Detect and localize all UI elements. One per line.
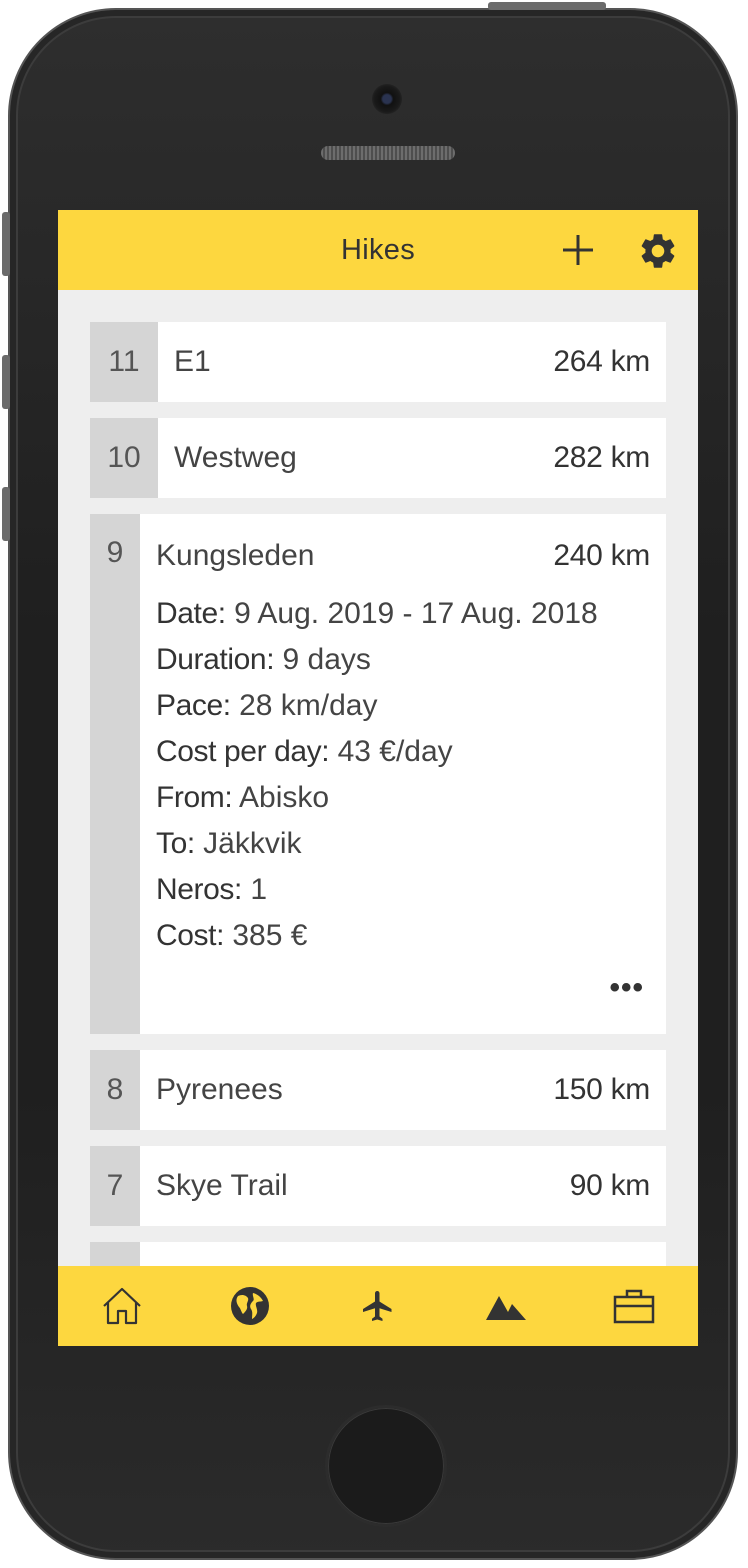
hike-number: 7	[90, 1146, 140, 1226]
detail-label: Cost:	[156, 919, 225, 952]
nav-globe[interactable]	[218, 1274, 282, 1338]
detail-label: Duration:	[156, 643, 275, 676]
detail-value: 9 days	[282, 643, 371, 676]
hike-details: Date: 9 Aug. 2019 - 17 Aug. 2018 Duratio…	[156, 592, 650, 960]
detail-value: 1	[250, 873, 267, 906]
detail-value: Abisko	[239, 781, 330, 814]
nav-trips[interactable]	[602, 1274, 666, 1338]
hike-distance: 282 km	[553, 441, 650, 474]
hike-name: Westweg	[174, 441, 297, 474]
hike-number: 9	[90, 514, 140, 1034]
hike-row-e1[interactable]: 11 E1 264 km	[90, 322, 666, 402]
detail-value: 43 €/day	[337, 735, 453, 768]
detail-label: From:	[156, 781, 233, 814]
plus-icon[interactable]	[560, 232, 596, 268]
hike-distance: 240 km	[553, 539, 650, 572]
volume-up-button[interactable]	[2, 355, 10, 409]
detail-value: 9 Aug. 2019 - 17 Aug. 2018	[234, 597, 598, 630]
home-hardware-button[interactable]	[325, 1405, 447, 1527]
home-icon	[103, 1287, 141, 1325]
nav-hikes[interactable]	[474, 1274, 538, 1338]
hike-name: E1	[174, 345, 211, 378]
hike-name: Pyrenees	[156, 1073, 283, 1106]
detail-to: To: Jäkkvik	[156, 822, 650, 868]
hike-distance: 90 km	[569, 1169, 651, 1202]
detail-label: To:	[156, 827, 195, 860]
detail-date: Date: 9 Aug. 2019 - 17 Aug. 2018	[156, 592, 650, 638]
detail-duration: Duration: 9 days	[156, 638, 650, 684]
hike-distance: 264 km	[553, 345, 650, 378]
detail-label: Pace:	[156, 689, 231, 722]
detail-cost: Cost: 385 €	[156, 914, 650, 960]
hike-number: 11	[90, 322, 158, 402]
hike-name: Skye Trail	[156, 1169, 288, 1202]
hike-number: 8	[90, 1050, 140, 1130]
hike-details-card: Kungsleden 240 km Date: 9 Aug. 2019 - 17…	[140, 514, 666, 1034]
globe-icon	[231, 1287, 269, 1325]
hike-header: Kungsleden 240 km	[156, 534, 650, 578]
page-title: Hikes	[340, 234, 415, 266]
hike-number: 10	[90, 418, 158, 498]
more-options-icon[interactable]: •••	[609, 973, 644, 1003]
detail-cost-per-day: Cost per day: 43 €/day	[156, 730, 650, 776]
gear-icon[interactable]	[637, 230, 679, 272]
hike-row-skye-trail[interactable]: 7 Skye Trail 90 km	[90, 1146, 666, 1226]
mute-switch[interactable]	[2, 212, 10, 276]
speaker-grille	[321, 146, 455, 160]
detail-value: 28 km/day	[239, 689, 378, 722]
detail-label: Date:	[156, 597, 226, 630]
nav-home[interactable]	[90, 1274, 154, 1338]
hike-list: 11 E1 264 km 10 Westweg 282 km 9 Kungsle…	[90, 322, 666, 1242]
detail-from: From: Abisko	[156, 776, 650, 822]
airplane-icon	[363, 1291, 392, 1321]
bottom-nav-bar	[58, 1266, 698, 1346]
detail-value: Jäkkvik	[203, 827, 302, 860]
detail-label: Cost per day:	[156, 735, 330, 768]
hike-row-kungsleden-expanded[interactable]: 9 Kungsleden 240 km Date: 9 Aug. 2019 - …	[90, 514, 666, 1034]
camera-icon	[372, 84, 402, 114]
hike-distance: 150 km	[553, 1073, 650, 1106]
power-button[interactable]	[488, 2, 606, 10]
top-app-bar: Hikes	[58, 210, 698, 290]
hike-row-westweg[interactable]: 10 Westweg 282 km	[90, 418, 666, 498]
nav-flights[interactable]	[346, 1274, 410, 1338]
hike-row-pyrenees[interactable]: 8 Pyrenees 150 km	[90, 1050, 666, 1130]
detail-label: Neros:	[156, 873, 242, 906]
app-screen: Hikes 11 E1 264 km 10 Westweg 282 km 9 K…	[58, 210, 698, 1346]
detail-value: 385 €	[232, 919, 308, 952]
detail-neros: Neros: 1	[156, 868, 650, 914]
hike-name: Kungsleden	[156, 539, 315, 572]
briefcase-icon	[613, 1289, 655, 1324]
volume-down-button[interactable]	[2, 487, 10, 541]
detail-pace: Pace: 28 km/day	[156, 684, 650, 730]
mountains-icon	[486, 1296, 526, 1320]
